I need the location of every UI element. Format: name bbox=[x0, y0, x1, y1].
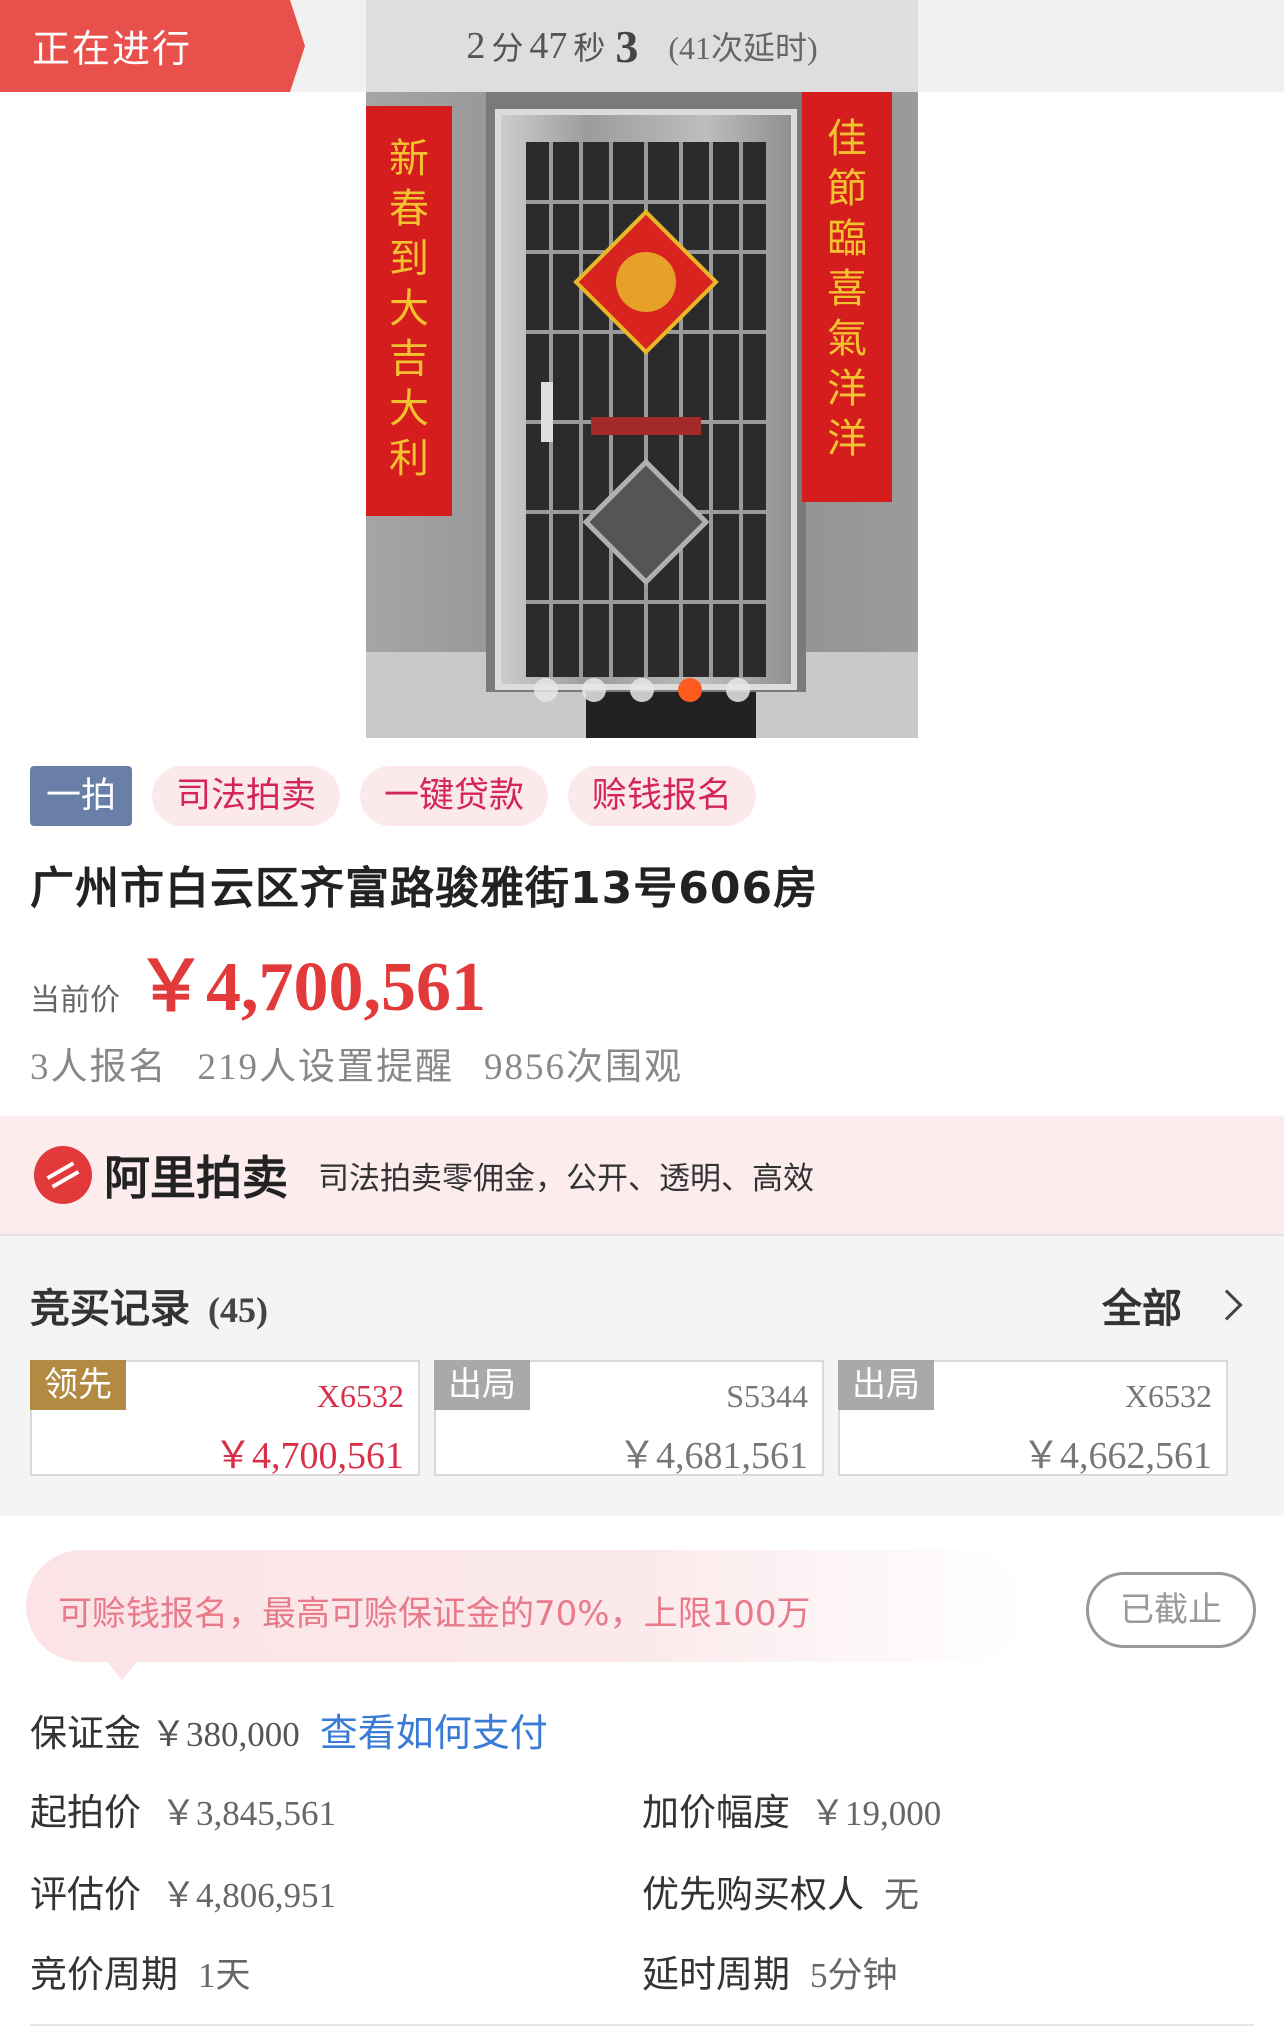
couplet-left-char-2: 春 bbox=[389, 186, 429, 232]
bidder-id: S5344 bbox=[726, 1378, 808, 1414]
couplet-right-char-7: 洋 bbox=[827, 416, 867, 462]
reminder-count: 219人设置提醒 bbox=[197, 1047, 454, 1088]
couplet-right-char-6: 洋 bbox=[827, 366, 867, 412]
start-price-value: ￥3,845,561 bbox=[161, 1794, 337, 1833]
bid-status-badge: 领先 bbox=[30, 1360, 126, 1410]
top-bar: 正在进行 2 分 47 秒 3 (41次延时) bbox=[0, 0, 1284, 92]
auction-status: 正在进行 bbox=[32, 27, 193, 71]
gallery-dot-active[interactable] bbox=[678, 678, 702, 702]
bidding-period-value: 1天 bbox=[198, 1956, 251, 1995]
door-photo: 新 春 到 大 吉 大 利 佳 節 臨 喜 氣 洋 洋 bbox=[366, 92, 918, 738]
current-price: 当前价 ￥4,700,561 bbox=[30, 930, 486, 1031]
couplet-left-char-7: 利 bbox=[389, 436, 429, 482]
gallery-dot[interactable] bbox=[630, 678, 654, 702]
one-click-loan-tag[interactable]: 一键贷款 bbox=[360, 766, 549, 826]
view-all-bids-link[interactable]: 全部 bbox=[1102, 1276, 1243, 1334]
couplet-right-char-5: 氣 bbox=[827, 316, 867, 362]
ali-auction-banner[interactable]: 阿里拍卖 司法拍卖零佣金，公开、透明、高效 bbox=[0, 1116, 1284, 1234]
view-count: 9856次围观 bbox=[484, 1047, 683, 1088]
view-all-label: 全部 bbox=[1102, 1286, 1182, 1332]
start-price-label: 起拍价 bbox=[30, 1791, 141, 1834]
deposit-label: 保证金 bbox=[30, 1712, 141, 1755]
couplet-left-char-4: 大 bbox=[389, 286, 429, 332]
bid-records-title: 竞买记录 (45) bbox=[30, 1276, 268, 1334]
priority-buyer-row: 优先购买权人 无 bbox=[642, 1864, 919, 1918]
bid-amount: ￥4,681,561 bbox=[617, 1435, 808, 1477]
bid-records-count: (45) bbox=[208, 1290, 268, 1330]
delay-period-row: 延时周期 5分钟 bbox=[642, 1944, 898, 1998]
increment-label: 加价幅度 bbox=[642, 1791, 790, 1834]
couplet-left-char-3: 到 bbox=[389, 236, 429, 282]
bid-records-section: 竞买记录 (45) 全部 领先 X6532 ￥4,700,561 出局 S5344… bbox=[0, 1234, 1284, 1516]
increment-row: 加价幅度 ￥19,000 bbox=[642, 1782, 941, 1836]
countdown-seconds: 47 bbox=[529, 25, 568, 67]
current-price-label: 当前价 bbox=[30, 983, 120, 1018]
bid-record-card[interactable]: 领先 X6532 ￥4,700,561 bbox=[30, 1360, 420, 1477]
priority-buyer-value: 无 bbox=[884, 1876, 920, 1916]
bottom-divider bbox=[30, 2024, 1254, 2026]
countdown-minutes-unit: 分 bbox=[491, 30, 524, 66]
chevron-right-icon bbox=[1211, 1289, 1243, 1321]
start-price-row: 起拍价 ￥3,845,561 bbox=[30, 1782, 336, 1836]
property-photo-gallery[interactable]: 新 春 到 大 吉 大 利 佳 節 臨 喜 氣 洋 洋 bbox=[366, 92, 918, 738]
countdown-seconds-unit: 秒 bbox=[573, 30, 606, 66]
gallery-dot[interactable] bbox=[726, 678, 750, 702]
couplet-left-char-5: 吉 bbox=[389, 336, 429, 382]
bid-records-heading: 竞买记录 bbox=[30, 1286, 190, 1332]
countdown-timer: 2 分 47 秒 3 (41次延时) bbox=[366, 0, 918, 92]
appraisal-label: 评估价 bbox=[30, 1873, 141, 1916]
gallery-dot[interactable] bbox=[534, 678, 558, 702]
bid-record-card[interactable]: 出局 S5344 ￥4,681,561 bbox=[434, 1360, 824, 1477]
ali-auction-logo-icon bbox=[34, 1146, 92, 1204]
current-price-value: ￥4,700,561 bbox=[136, 949, 486, 1026]
gallery-pagination[interactable] bbox=[366, 678, 918, 702]
countdown-fraction: 3 bbox=[615, 20, 639, 72]
auction-tags: 一拍 司法拍卖 一键贷款 赊钱报名 bbox=[30, 766, 757, 826]
appraisal-value: ￥4,806,951 bbox=[161, 1876, 337, 1915]
bid-status-badge: 出局 bbox=[434, 1360, 530, 1410]
bid-record-list: 领先 X6532 ￥4,700,561 出局 S5344 ￥4,681,561 … bbox=[30, 1360, 1228, 1477]
loan-notice-tail bbox=[104, 1658, 140, 1680]
increment-value: ￥19,000 bbox=[810, 1794, 942, 1833]
bidder-id: X6532 bbox=[1124, 1378, 1212, 1414]
couplet-left-char-1: 新 bbox=[389, 136, 429, 182]
how-to-pay-link[interactable]: 查看如何支付 bbox=[320, 1702, 548, 1757]
delay-period-label: 延时周期 bbox=[642, 1953, 790, 1996]
auction-stats: 3人报名 219人设置提醒 9856次围观 bbox=[30, 1036, 683, 1090]
bidding-period-row: 竞价周期 1天 bbox=[30, 1944, 251, 1998]
signup-count: 3人报名 bbox=[30, 1047, 168, 1088]
bid-amount: ￥4,662,561 bbox=[1021, 1435, 1212, 1477]
bidder-id: X6532 bbox=[316, 1378, 404, 1414]
gallery-dot[interactable] bbox=[582, 678, 606, 702]
appraisal-row: 评估价 ￥4,806,951 bbox=[30, 1864, 336, 1918]
countdown-extensions: (41次延时) bbox=[668, 30, 818, 66]
couplet-right-char-1: 佳 bbox=[827, 116, 867, 162]
judicial-sale-tag[interactable]: 司法拍卖 bbox=[152, 766, 341, 826]
loan-notice-text: 可赊钱报名，最高可赊保证金的70%，上限100万 bbox=[58, 1594, 811, 1634]
bid-record-card[interactable]: 出局 X6532 ￥4,662,561 bbox=[838, 1360, 1228, 1477]
couplet-left-char-6: 大 bbox=[389, 386, 429, 432]
ali-auction-slogan: 司法拍卖零佣金，公开、透明、高效 bbox=[318, 1160, 814, 1197]
couplet-right-char-3: 臨 bbox=[827, 216, 867, 262]
countdown-minutes: 2 bbox=[466, 25, 486, 67]
property-title: 广州市白云区齐富路骏雅街13号606房 bbox=[30, 863, 819, 914]
bid-amount: ￥4,700,561 bbox=[213, 1435, 404, 1477]
deposit-row: 保证金 ￥380,000 查看如何支付 bbox=[30, 1702, 548, 1757]
ali-auction-brand: 阿里拍卖 bbox=[104, 1151, 288, 1205]
deposit-value: ￥380,000 bbox=[151, 1715, 300, 1754]
couplet-right-char-4: 喜 bbox=[827, 266, 867, 312]
bid-status-badge: 出局 bbox=[838, 1360, 934, 1410]
priority-buyer-label: 优先购买权人 bbox=[642, 1873, 864, 1916]
couplet-right-char-2: 節 bbox=[827, 166, 867, 212]
loan-closed-button[interactable]: 已截止 bbox=[1086, 1572, 1256, 1648]
credit-signup-tag[interactable]: 赊钱报名 bbox=[568, 766, 757, 826]
round-tag: 一拍 bbox=[30, 766, 133, 826]
bidding-period-label: 竞价周期 bbox=[30, 1953, 178, 1996]
delay-period-value: 5分钟 bbox=[810, 1956, 898, 1995]
